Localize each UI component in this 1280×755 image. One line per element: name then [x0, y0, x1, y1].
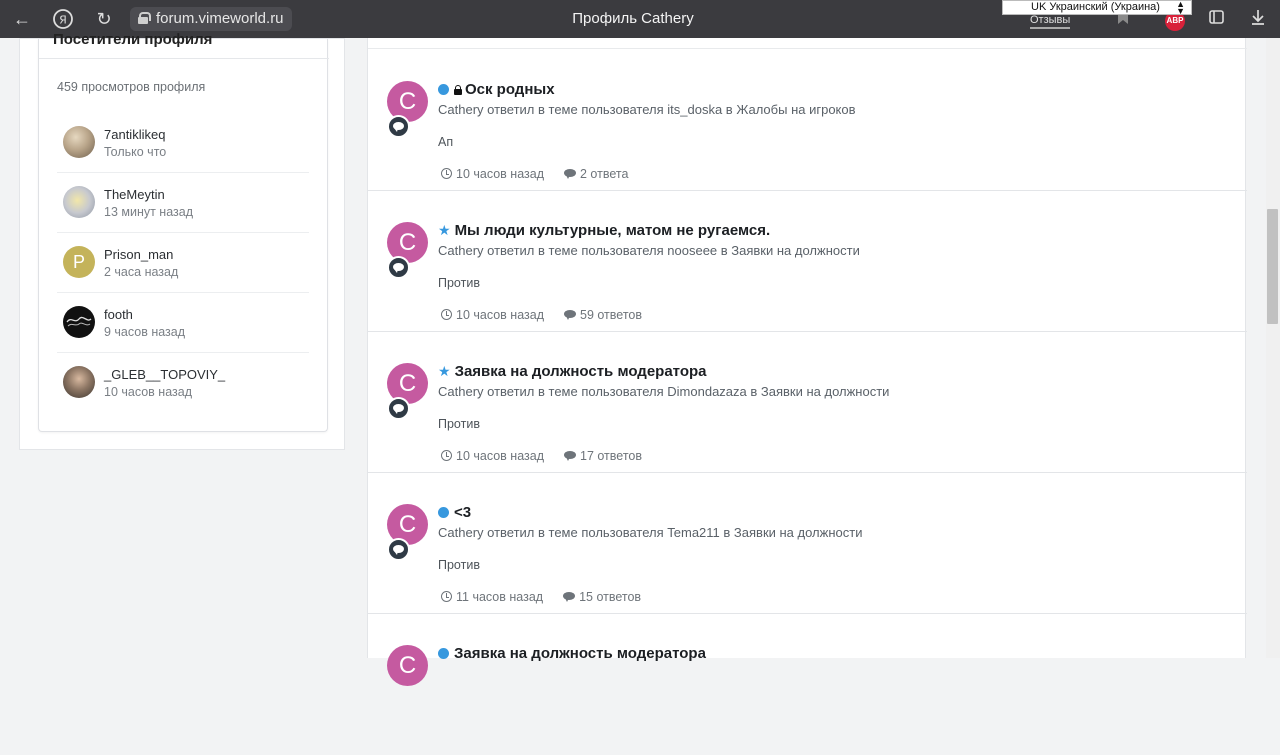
star-icon: ★ — [438, 222, 451, 238]
reply-count: 17 ответов — [580, 449, 642, 463]
visitor-item[interactable]: 7antiklikeq Только что — [57, 126, 309, 186]
activity-item: C ★ Заявка на должность модератора Cather… — [368, 332, 1247, 473]
divider — [57, 172, 309, 173]
comment-badge-icon — [387, 538, 410, 561]
profile-views-count: 459 просмотров профиля — [57, 80, 206, 94]
topic-title[interactable]: ★ Заявка на должность модератора — [438, 363, 707, 380]
post-stats: 11 часов назад 15 ответов — [441, 590, 641, 604]
post-time[interactable]: 10 часов назад — [456, 308, 544, 322]
post-time[interactable]: 10 часов назад — [456, 167, 544, 181]
feedback-button[interactable]: Отзывы — [1030, 14, 1071, 29]
avatar[interactable]: P — [63, 246, 95, 278]
clock-icon — [441, 591, 452, 602]
topic-title[interactable]: Оск родных — [438, 81, 555, 98]
scrollbar-track[interactable] — [1266, 38, 1280, 658]
avatar[interactable]: C — [387, 645, 428, 686]
visitor-item[interactable]: TheMeytin 13 минут назад — [57, 186, 309, 246]
visit-time: Только что — [104, 145, 167, 159]
visitor-name[interactable]: Prison_man — [104, 247, 173, 262]
post-time[interactable]: 11 часов назад — [456, 590, 543, 604]
reply-count: 15 ответов — [579, 590, 642, 604]
post-stats: 10 часов назад 17 ответов — [441, 449, 642, 463]
activity-meta: Cathery ответил в теме пользователя noos… — [438, 243, 860, 258]
unread-dot-icon — [438, 507, 449, 518]
activity-meta: Cathery ответил в теме пользователя Dimo… — [438, 384, 890, 399]
reply-count: 2 ответа — [580, 167, 629, 181]
activity-item: C Оск родных Cathery ответил в теме поль… — [368, 50, 1247, 191]
language-select-value: UK Украинский (Украина) — [1031, 1, 1160, 13]
visitors-heading: Посетители профиля — [53, 31, 213, 48]
activity-meta: Cathery ответил в теме пользователя Tema… — [438, 525, 863, 540]
visit-time: 10 часов назад — [104, 385, 192, 399]
download-icon[interactable] — [1247, 8, 1269, 30]
comment-badge-icon — [387, 115, 410, 138]
divider — [57, 232, 309, 233]
divider — [57, 292, 309, 293]
post-snippet: Против — [438, 276, 480, 290]
visitor-item[interactable]: footh 9 часов назад — [57, 306, 309, 366]
clock-icon — [441, 309, 452, 320]
language-select[interactable]: UK Украинский (Украина) ▲ ▼ — [1002, 0, 1192, 16]
divider — [368, 48, 1247, 49]
post-stats: 10 часов назад 59 ответов — [441, 308, 642, 322]
visit-time: 2 часа назад — [104, 265, 179, 279]
activity-item: C ★ Мы люди культурные, матом не ругаемся… — [368, 191, 1247, 332]
unread-dot-icon — [438, 84, 449, 95]
activity-meta: Cathery ответил в теме пользователя its_… — [438, 102, 856, 117]
post-stats: 10 часов назад 2 ответа — [441, 167, 628, 181]
divider — [39, 58, 329, 59]
activity-item: C <3 Cathery ответил в теме пользователя… — [368, 473, 1247, 614]
avatar[interactable] — [63, 366, 95, 398]
visit-time: 9 часов назад — [104, 325, 186, 339]
extensions-icon[interactable] — [1206, 8, 1228, 30]
profile-visitors-card: Посетители профиля 459 просмотров профил… — [38, 31, 329, 432]
scrollbar-thumb[interactable] — [1267, 209, 1278, 324]
post-time[interactable]: 10 часов назад — [456, 449, 544, 463]
clock-icon — [441, 450, 452, 461]
post-snippet: Ап — [438, 135, 454, 149]
topic-title-text[interactable]: Заявка на должность модератора — [454, 645, 706, 662]
visitor-name[interactable]: _GLEB__TOPOVIY_ — [104, 367, 225, 382]
topic-title[interactable]: <3 — [438, 504, 471, 521]
visitor-name[interactable]: footh — [104, 307, 133, 322]
topic-title-text[interactable]: Заявка на должность модератора — [455, 363, 707, 380]
divider — [57, 352, 309, 353]
select-arrows-icon: ▲ ▼ — [1176, 0, 1185, 16]
visit-time: 13 минут назад — [104, 205, 193, 219]
lock-icon — [454, 85, 462, 95]
avatar[interactable] — [63, 126, 95, 158]
star-icon: ★ — [438, 363, 451, 379]
comment-icon — [564, 451, 576, 461]
topic-title-text[interactable]: Мы люди культурные, матом не ругаемся. — [455, 222, 771, 239]
comment-icon — [564, 169, 576, 179]
sidebar: Посетители профиля 459 просмотров профил… — [19, 31, 345, 450]
unread-dot-icon — [438, 648, 449, 659]
comment-icon — [564, 310, 576, 320]
topic-title-text[interactable]: <3 — [454, 504, 471, 521]
visitor-item[interactable]: _GLEB__TOPOVIY_ 10 часов назад — [57, 366, 309, 426]
avatar[interactable] — [63, 186, 95, 218]
post-snippet: Против — [438, 417, 480, 431]
comment-icon — [563, 592, 576, 602]
topic-title[interactable]: Заявка на должность модератора — [438, 645, 706, 662]
activity-item: C Заявка на должность модератора — [368, 614, 1247, 755]
comment-badge-icon — [387, 397, 410, 420]
post-snippet: Против — [438, 558, 480, 572]
topic-title-text[interactable]: Оск родных — [465, 81, 555, 98]
avatar[interactable] — [63, 306, 95, 338]
topic-title[interactable]: ★ Мы люди культурные, матом не ругаемся. — [438, 222, 770, 239]
visitor-item[interactable]: P Prison_man 2 часа назад — [57, 246, 309, 306]
visitor-name[interactable]: TheMeytin — [104, 187, 165, 202]
activity-feed: C Оск родных Cathery ответил в теме поль… — [367, 38, 1247, 686]
clock-icon — [441, 168, 452, 179]
reply-count: 59 ответов — [580, 308, 642, 322]
comment-badge-icon — [387, 256, 410, 279]
visitor-name[interactable]: 7antiklikeq — [104, 127, 165, 142]
